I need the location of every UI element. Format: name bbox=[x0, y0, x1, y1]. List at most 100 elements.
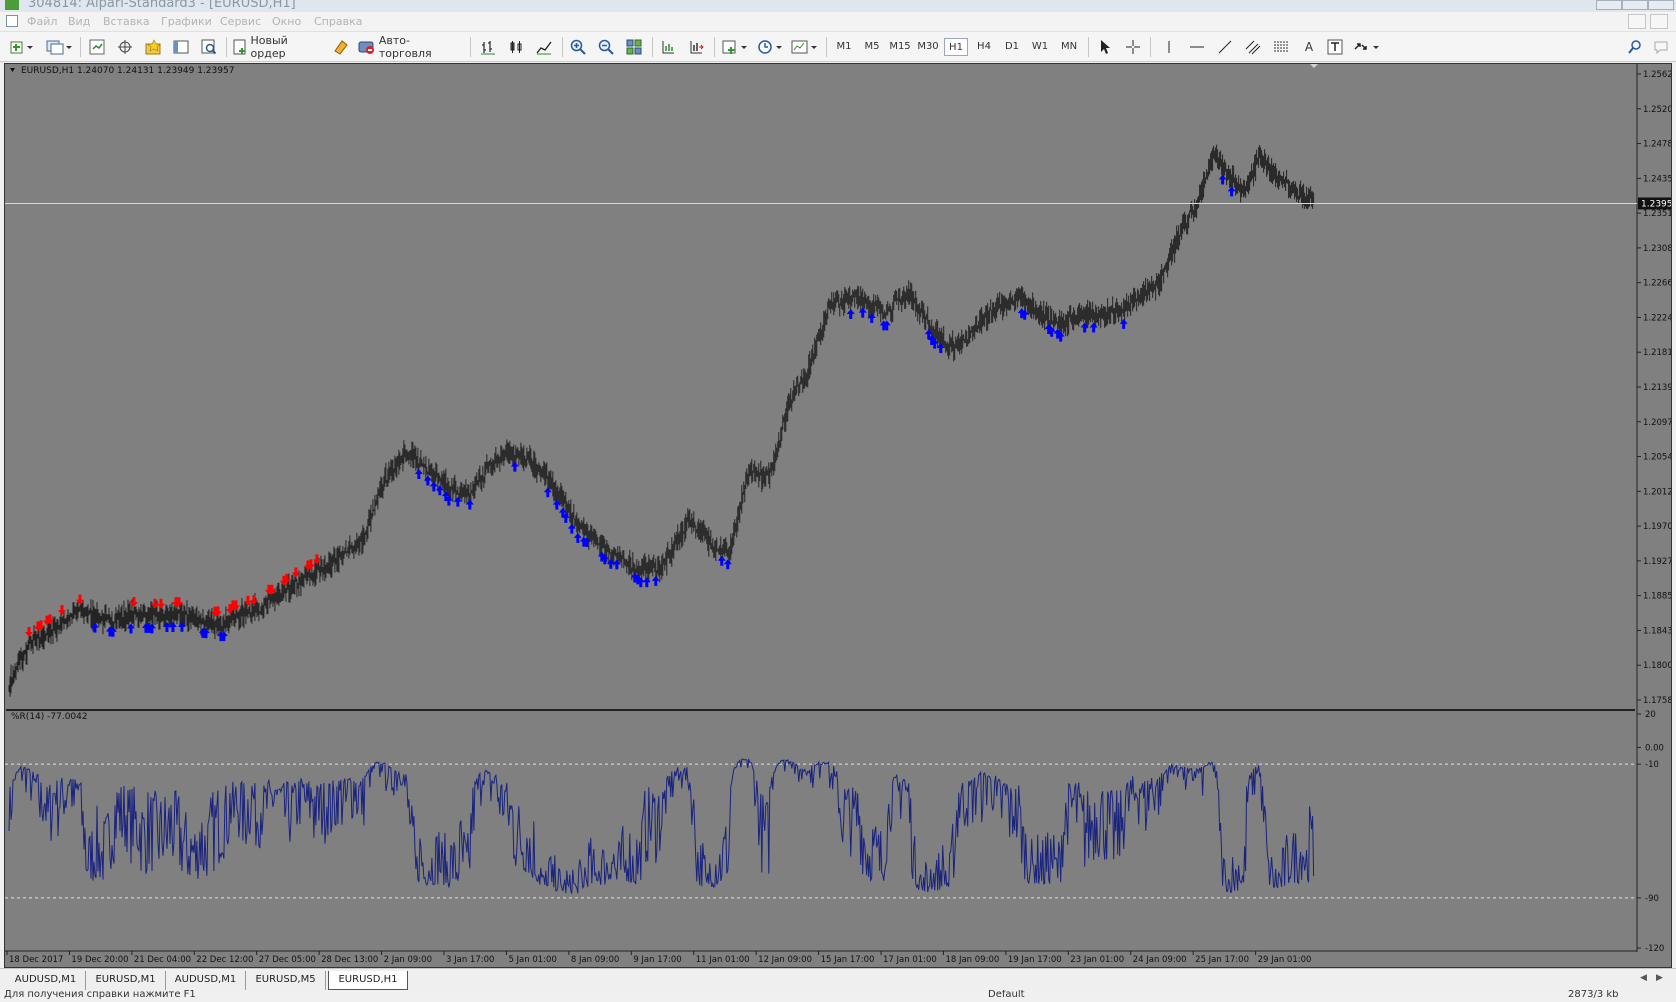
candlestick-icon bbox=[510, 41, 522, 53]
arrows-button[interactable] bbox=[1352, 36, 1382, 58]
tile-windows-button[interactable] bbox=[622, 36, 646, 58]
menu-window[interactable]: Окно bbox=[272, 15, 301, 28]
new-chart-icon bbox=[10, 41, 33, 54]
zoom-out-button[interactable] bbox=[594, 36, 618, 58]
fibonacci-button[interactable] bbox=[1270, 36, 1292, 58]
price-axis-label: 1.18850 bbox=[1643, 592, 1671, 602]
strategy-tester-button[interactable] bbox=[198, 36, 220, 58]
line-chart-button[interactable] bbox=[532, 36, 556, 58]
text-tool-button[interactable]: A bbox=[1298, 36, 1320, 58]
toolbar-separator bbox=[470, 37, 471, 57]
data-window-button[interactable] bbox=[114, 36, 136, 58]
zoom-in-button[interactable] bbox=[566, 36, 590, 58]
price-axis-label: 1.18000 bbox=[1643, 661, 1671, 671]
bar-chart-button[interactable] bbox=[476, 36, 500, 58]
equidistant-channel-button[interactable] bbox=[1242, 36, 1264, 58]
indicator-header: %R(14) -77.0042 bbox=[11, 712, 88, 722]
price-axis-label: 1.17580 bbox=[1643, 696, 1671, 706]
timeframe-h1[interactable]: H1 bbox=[944, 38, 968, 56]
candlestick-button[interactable] bbox=[504, 36, 528, 58]
tabs-scroll-left-icon[interactable]: ◀ bbox=[1640, 973, 1647, 983]
timeframe-m1[interactable]: M1 bbox=[832, 38, 856, 56]
time-axis-label: 15 Jan 17:00 bbox=[821, 955, 875, 965]
chat-button[interactable] bbox=[1650, 36, 1672, 58]
new-order-label: Новый ордер bbox=[250, 34, 288, 60]
cursor-button[interactable] bbox=[1094, 36, 1116, 58]
timeframe-m5[interactable]: M5 bbox=[860, 38, 884, 56]
menu-tools[interactable]: Сервис bbox=[220, 15, 261, 28]
maximize-button[interactable] bbox=[1622, 0, 1648, 10]
minimize-button[interactable] bbox=[1596, 0, 1622, 10]
timeframe-mn[interactable]: MN bbox=[1056, 38, 1082, 56]
menu-file[interactable]: Файл bbox=[27, 15, 57, 28]
auto-trading-label: Авто-торговля bbox=[378, 34, 432, 60]
terminal-button[interactable] bbox=[170, 36, 192, 58]
tab-eurusd-h1[interactable]: EURUSD,H1 bbox=[328, 971, 408, 990]
close-button[interactable] bbox=[1648, 0, 1674, 10]
periods-button[interactable] bbox=[756, 36, 786, 58]
price-axis-label: 1.23510 bbox=[1643, 209, 1671, 219]
chart-window[interactable]: 1.25620 1.25200 1.24780 1.24350 1.23510 1.230… bbox=[4, 63, 1672, 968]
profiles-button[interactable] bbox=[44, 36, 74, 58]
price-axis-label: 1.19270 bbox=[1643, 557, 1671, 567]
status-traffic: 2873/3 kb bbox=[1568, 990, 1619, 1000]
autoscroll-button[interactable] bbox=[656, 36, 680, 58]
menu-help[interactable]: Справка bbox=[314, 15, 362, 28]
zoom-out-icon bbox=[598, 39, 614, 55]
chat-icon bbox=[1654, 41, 1668, 55]
tab-audusd-m1-second[interactable]: AUDUSD,M1 bbox=[166, 971, 246, 990]
indicator-axis-label: 0.00 bbox=[1645, 743, 1664, 753]
indicators-button[interactable] bbox=[720, 36, 750, 58]
chart-shift-button[interactable] bbox=[684, 36, 708, 58]
timeframe-d1[interactable]: D1 bbox=[1000, 38, 1024, 56]
price-axis-label: 1.18430 bbox=[1643, 626, 1671, 636]
current-price-label: 1.23957 bbox=[1641, 199, 1671, 209]
crosshair-button[interactable] bbox=[1122, 36, 1144, 58]
terminal-icon bbox=[173, 40, 189, 54]
menu-charts[interactable]: Графики bbox=[161, 15, 212, 28]
tab-eurusd-m5[interactable]: EURUSD,M5 bbox=[246, 971, 326, 990]
menu-view[interactable]: Вид bbox=[68, 15, 90, 28]
horizontal-line-button[interactable] bbox=[1186, 36, 1208, 58]
arrows-icon bbox=[1354, 43, 1379, 50]
price-axis-label: 1.21810 bbox=[1643, 348, 1671, 358]
tabs-scroll-right-icon[interactable]: ▶ bbox=[1656, 973, 1663, 983]
mdi-minimize-button[interactable] bbox=[1628, 14, 1646, 29]
vertical-line-button[interactable] bbox=[1158, 36, 1180, 58]
time-axis-label: 2 Jan 09:00 bbox=[384, 955, 432, 965]
indicator-axis-label: -120 bbox=[1645, 944, 1664, 954]
crosshair-target-icon bbox=[118, 40, 132, 54]
price-axis-label: 1.22660 bbox=[1643, 279, 1671, 289]
tab-eurusd-m1[interactable]: EURUSD,M1 bbox=[86, 971, 166, 990]
timeframe-m15[interactable]: M15 bbox=[886, 38, 914, 56]
time-axis-label: 3 Jan 17:00 bbox=[446, 955, 494, 965]
navigator-button[interactable] bbox=[142, 36, 164, 58]
menu-insert[interactable]: Вставка bbox=[103, 15, 150, 28]
indicator-axis-label: 20 bbox=[1645, 710, 1656, 720]
window-title: 304814: Alpari-Standard3 - [EURUSD,H1] bbox=[28, 0, 296, 11]
price-chart[interactable]: 1.25620 1.25200 1.24780 1.24350 1.23510 1.230… bbox=[5, 64, 1671, 967]
time-axis-label: 19 Dec 20:00 bbox=[71, 955, 128, 965]
metaeditor-button[interactable] bbox=[330, 36, 352, 58]
tab-audusd-m1[interactable]: AUDUSD,M1 bbox=[6, 971, 86, 990]
new-chart-button[interactable] bbox=[8, 36, 36, 58]
toolbar-separator bbox=[826, 37, 827, 57]
timeframe-h4[interactable]: H4 bbox=[972, 38, 996, 56]
indicator-axis: 20 0.00 -10 -90 -120 bbox=[1637, 710, 1664, 954]
search-button[interactable] bbox=[1624, 36, 1646, 58]
document-icon[interactable] bbox=[6, 15, 18, 27]
auto-trading-button[interactable]: Авто-торговля bbox=[358, 34, 462, 60]
auto-trading-icon bbox=[358, 41, 374, 54]
timeframe-w1[interactable]: W1 bbox=[1028, 38, 1052, 56]
market-watch-button[interactable] bbox=[86, 36, 108, 58]
fibonacci-icon bbox=[1274, 41, 1288, 52]
mdi-close-button[interactable] bbox=[1650, 14, 1668, 29]
templates-button[interactable] bbox=[790, 36, 820, 58]
timeframe-m30[interactable]: M30 bbox=[914, 38, 942, 56]
trendline-button[interactable] bbox=[1214, 36, 1236, 58]
text-label-button[interactable] bbox=[1324, 36, 1346, 58]
market-watch-icon bbox=[89, 39, 105, 55]
time-axis-label: 18 Jan 09:00 bbox=[945, 955, 999, 965]
indicator-axis-label: -90 bbox=[1645, 894, 1659, 904]
new-order-button[interactable]: Новый ордер bbox=[232, 34, 324, 60]
